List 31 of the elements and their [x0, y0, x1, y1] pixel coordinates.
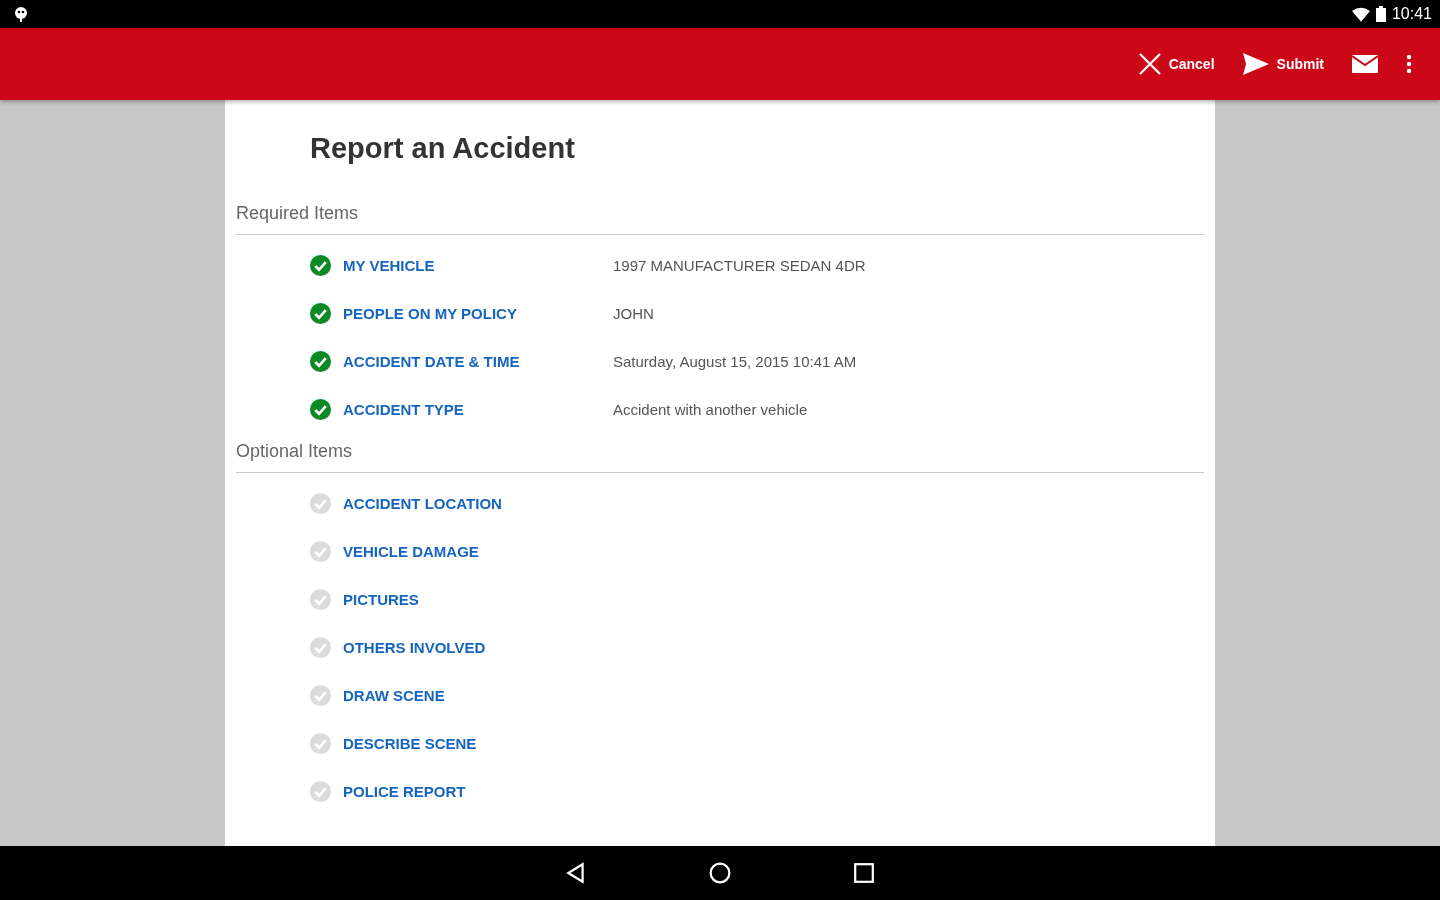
back-icon[interactable] [565, 862, 587, 884]
home-icon[interactable] [709, 862, 731, 884]
wifi-icon [1351, 6, 1370, 22]
item-link[interactable]: ACCIDENT TYPE [343, 400, 613, 418]
mail-icon[interactable] [1352, 55, 1378, 73]
close-icon [1138, 53, 1161, 75]
item-link[interactable]: ACCIDENT DATE & TIME [343, 352, 613, 370]
item-link[interactable]: DESCRIBE SCENE [343, 734, 613, 752]
recent-apps-icon[interactable] [853, 862, 875, 884]
item-value: Saturday, August 15, 2015 10:41 AM [613, 352, 857, 370]
more-options-icon[interactable] [1406, 54, 1412, 74]
section-heading: Required Items [236, 203, 1204, 235]
cancel-button[interactable]: Cancel [1128, 45, 1225, 83]
item-link[interactable]: VEHICLE DAMAGE [343, 542, 613, 560]
send-icon [1242, 53, 1269, 75]
clock-time: 10:41 [1391, 5, 1432, 23]
battery-icon [1375, 6, 1386, 22]
submit-button[interactable]: Submit [1232, 45, 1334, 83]
item-value: 1997 MANUFACTURER SEDAN 4DR [613, 256, 866, 274]
page-title: Report an Accident [310, 132, 576, 165]
item-link[interactable]: PEOPLE ON MY POLICY [343, 304, 613, 322]
android-notification-icon [14, 6, 28, 22]
item-link[interactable]: POLICE REPORT [343, 782, 613, 800]
section-heading: Optional Items [236, 441, 1204, 473]
item-link[interactable]: OTHERS INVOLVED [343, 638, 613, 656]
item-value: Accident with another vehicle [613, 400, 808, 418]
item-link[interactable]: MY VEHICLE [343, 256, 613, 274]
item-link[interactable]: ACCIDENT LOCATION [343, 494, 613, 512]
item-value: JOHN [613, 304, 654, 322]
item-link[interactable]: PICTURES [343, 590, 613, 608]
item-link[interactable]: DRAW SCENE [343, 686, 613, 704]
